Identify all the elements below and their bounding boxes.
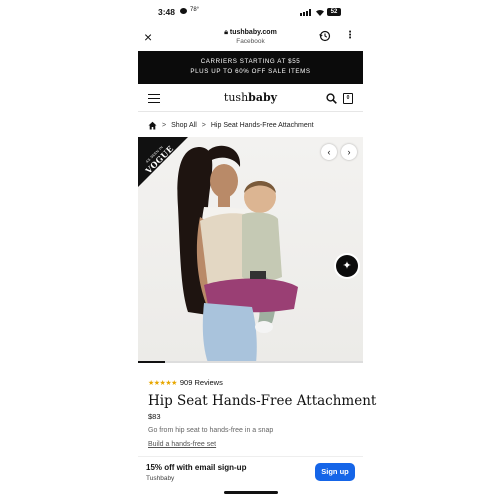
star-rating-icon: ★★★★★	[148, 379, 177, 387]
product-rating[interactable]: ★★★★★ 909 Reviews	[148, 378, 223, 387]
logo-text-bold: baby	[248, 91, 278, 104]
logo-text-light: tush	[223, 91, 249, 104]
breadcrumb-shop-all[interactable]: Shop All	[171, 122, 197, 129]
site-header: tushbaby 0	[138, 86, 363, 112]
sparkle-icon[interactable]: ✦	[336, 255, 358, 277]
cart-icon[interactable]: 0	[343, 93, 353, 104]
email-signup-bar: 15% off with email sign-up Tushbaby Sign…	[138, 456, 363, 486]
home-indicator[interactable]	[224, 491, 278, 494]
product-price: $83	[148, 412, 161, 421]
carousel-progress-fill	[138, 361, 165, 363]
review-count: 909 Reviews	[179, 378, 223, 387]
in-app-browser-bar: × 🔒︎ tushbaby.com Facebook ⋮	[138, 26, 363, 50]
message-icon	[180, 8, 187, 14]
product-image-carousel[interactable]: AS SEEN IN VOGUE ‹ › ✦	[138, 137, 363, 363]
carousel-prev-button[interactable]: ‹	[321, 144, 337, 160]
build-set-link[interactable]: Build a hands-free set	[148, 441, 216, 448]
cellular-signal-icon	[300, 9, 311, 16]
signup-button[interactable]: Sign up	[315, 463, 355, 481]
promo-line-2: PLUS UP TO 60% OFF SALE ITEMS	[190, 68, 311, 75]
signup-subtitle: Tushbaby	[146, 475, 175, 482]
promo-line-1: CARRIERS STARTING AT $55	[200, 58, 301, 65]
battery-icon: 52	[327, 8, 341, 16]
more-options-icon[interactable]: ⋮	[345, 30, 355, 42]
home-icon[interactable]	[148, 121, 157, 130]
domain-text: tushbaby.com	[229, 29, 277, 36]
status-bar: 3:48 78° 52	[138, 6, 363, 20]
status-temp: 78°	[190, 7, 200, 13]
breadcrumb-separator: >	[201, 121, 206, 129]
breadcrumb: > Shop All > Hip Seat Hands-Free Attachm…	[148, 119, 314, 131]
carousel-next-button[interactable]: ›	[341, 144, 357, 160]
breadcrumb-separator: >	[162, 121, 167, 129]
promo-banner[interactable]: CARRIERS STARTING AT $55 PLUS UP TO 60% …	[138, 51, 363, 84]
breadcrumb-current: Hip Seat Hands-Free Attachment	[210, 121, 314, 129]
product-description: Go from hip seat to hands-free in a snap	[148, 427, 274, 434]
history-icon[interactable]	[319, 30, 331, 42]
carousel-progress-bar	[138, 361, 363, 363]
search-icon[interactable]	[326, 93, 337, 104]
signup-title: 15% off with email sign-up	[146, 463, 247, 472]
phone-screen: 3:48 78° 52 × 🔒︎ tushbaby.com Facebook ⋮…	[138, 0, 376, 500]
lock-icon: 🔒︎	[224, 29, 228, 36]
status-time: 3:48	[158, 7, 176, 17]
product-title: Hip Seat Hands-Free Attachment	[148, 393, 377, 409]
wifi-icon	[316, 9, 324, 16]
